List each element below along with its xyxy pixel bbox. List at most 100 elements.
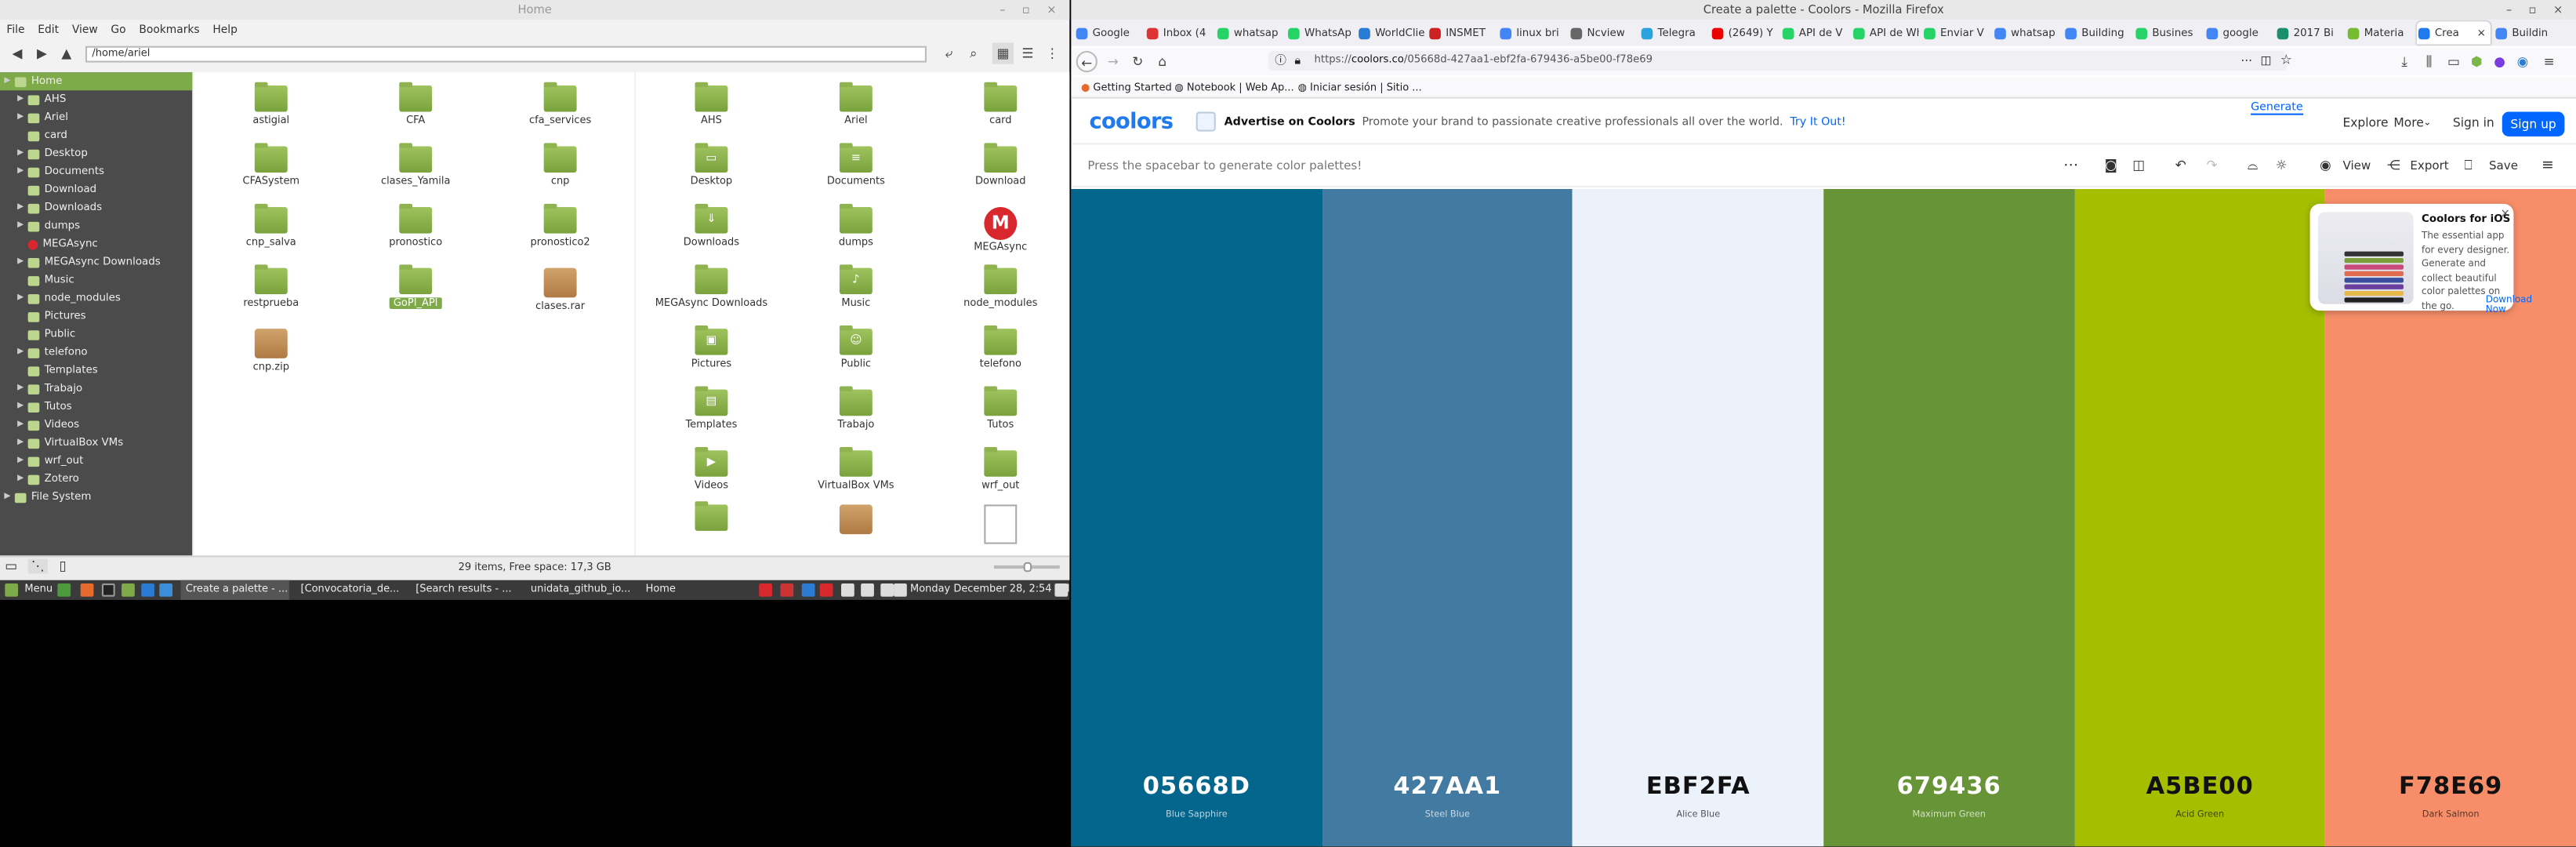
tab-telegra[interactable]: Telegra [1640, 21, 1707, 44]
menu-icon[interactable]: ≡ [2542, 144, 2554, 187]
menu-button[interactable]: Menu [20, 580, 53, 600]
browser-window-controls[interactable]: – ▫ × [2506, 0, 2570, 20]
file-item-gopi-api[interactable]: GoPI_API [350, 264, 481, 309]
sidebar-item-home[interactable]: ▶ Home [0, 72, 193, 91]
expand-arrow-icon[interactable]: ▶ [13, 380, 28, 398]
extension-icon[interactable]: ⬢ [2466, 51, 2487, 72]
expand-arrow-icon[interactable]: ▶ [13, 217, 28, 235]
swatch-alice-blue[interactable]: EBF2FA Alice Blue [1573, 189, 1824, 847]
file-item-dumps[interactable]: dumps [790, 203, 922, 248]
menu-file[interactable]: File [6, 20, 24, 39]
volume-icon[interactable] [1054, 583, 1068, 597]
file-item-ahs[interactable]: AHS [646, 82, 778, 126]
file-item-downloads[interactable]: ⇓ Downloads [646, 203, 778, 248]
swatch-hex[interactable]: 05668D [1071, 774, 1322, 801]
file-item-astigial[interactable]: astigial [205, 82, 337, 126]
sidebar-item-card[interactable]: card [0, 126, 192, 144]
lock-icon[interactable]: 🔒︎ [1294, 51, 1301, 71]
sidebar-item-wrf-out[interactable]: ▶ wrf_out [0, 452, 192, 470]
tab-whatsap[interactable]: whatsap [1993, 21, 2060, 44]
share-icon[interactable]: ⋲ [2387, 144, 2400, 187]
file-item-card[interactable]: card [934, 82, 1066, 126]
tab-google[interactable]: google [2204, 21, 2272, 44]
swatch-maximum-green[interactable]: 679436 Maximum Green [1823, 189, 2075, 847]
more-options-icon[interactable]: ⋯ [2063, 144, 2078, 187]
sidebar-item-dumps[interactable]: ▶ dumps [0, 217, 192, 235]
file-item-cfasystem[interactable]: CFASystem [205, 143, 337, 187]
view-button[interactable]: View [2342, 144, 2371, 187]
file-item-desktop[interactable]: ▭ Desktop [646, 143, 778, 187]
page-actions-icon[interactable]: ⋯ [2241, 51, 2253, 71]
swatch-hex[interactable]: A5BE00 [2074, 774, 2325, 801]
chevron-down-icon[interactable]: ⌄ [2423, 100, 2432, 145]
ad-link[interactable]: Try It Out! [1790, 115, 1845, 129]
back-icon[interactable]: ◀ [6, 42, 27, 64]
layout-icon[interactable]: ◫ [2132, 144, 2145, 187]
file-item-pronostico2[interactable]: pronostico2 [495, 203, 626, 248]
bookmark-icon[interactable]: ⎕ [2465, 144, 2473, 187]
location-input[interactable]: /home/ariel [85, 45, 927, 63]
tab-worldclient[interactable]: WorldClient [1357, 21, 1424, 44]
taskbar-window-document[interactable]: [Convocatoria_de... [296, 580, 404, 600]
file-item-public[interactable]: ☺ Public [790, 325, 922, 370]
file-item-wrf-out[interactable]: wrf_out [934, 447, 1066, 492]
sidebar-item-download[interactable]: Download [0, 181, 192, 199]
firefox-icon[interactable] [80, 583, 94, 597]
file-item-restprueba[interactable]: restprueba [205, 264, 337, 309]
expand-arrow-icon[interactable]: ▶ [13, 144, 28, 162]
tab-api-de-wha[interactable]: API de Wha [1852, 21, 1919, 44]
file-item-partial[interactable] [646, 501, 778, 534]
nav-generate[interactable]: Generate [2251, 100, 2303, 115]
file-item-node-modules[interactable]: node_modules [934, 264, 1066, 309]
file-item-partial[interactable] [790, 504, 922, 537]
file-item-cnp-zip[interactable]: cnp.zip [205, 329, 337, 373]
file-item-cfa[interactable]: CFA [350, 82, 481, 126]
file-item-virtualbox-vms[interactable]: VirtualBox VMs [790, 447, 922, 492]
app-icon[interactable] [159, 583, 173, 597]
file-item-pictures[interactable]: ▣ Pictures [646, 325, 778, 370]
url-bar[interactable]: https://coolors.co/05668d-427aa1-ebf2fa-… [1268, 50, 2288, 71]
undo-icon[interactable]: ↶ [2175, 144, 2186, 187]
sidebar-item-music[interactable]: Music [0, 271, 192, 289]
file-item-cnp-salva[interactable]: cnp_salva [205, 203, 337, 248]
tab-2649-y[interactable]: (2649) Y [1711, 21, 1778, 44]
expand-arrow-icon[interactable]: ▶ [13, 470, 28, 488]
tab-whatsap[interactable]: whatsap [1216, 21, 1283, 44]
downloads-icon[interactable]: ⤓ [2393, 51, 2415, 72]
file-item-trabajo[interactable]: Trabajo [790, 386, 922, 431]
update-icon[interactable] [819, 583, 833, 597]
sign-up-button[interactable]: Sign up [2502, 111, 2565, 136]
mega-tray-icon[interactable] [759, 583, 772, 597]
forward-icon[interactable]: → [1102, 51, 1123, 72]
mint-menu-icon[interactable] [5, 583, 19, 597]
expand-arrow-icon[interactable]: ▶ [0, 488, 15, 506]
tab-ncview[interactable]: Ncview [1569, 21, 1636, 44]
expand-arrow-icon[interactable]: ▶ [0, 72, 15, 90]
swatch-hex[interactable]: F78E69 [2325, 774, 2576, 801]
search-icon[interactable]: ⌕ [963, 42, 984, 64]
file-item-templates[interactable]: ▤ Templates [646, 386, 778, 431]
bookmark-iniciar-sesion[interactable]: ◍ Iniciar sesión | Sitio ... [1298, 77, 1422, 98]
swatch-blue-sapphire[interactable]: 05668D Blue Sapphire [1071, 189, 1322, 847]
close-tab-icon[interactable]: × [2477, 21, 2486, 44]
bookmark-getting-started[interactable]: ● Getting Started [1081, 77, 1172, 98]
site-info-icon[interactable]: ⓘ [1275, 51, 1286, 71]
file-item-partial[interactable] [934, 504, 1066, 544]
show-desktop-icon[interactable] [57, 583, 71, 597]
hamburger-menu-icon[interactable]: ≡ [2538, 51, 2560, 72]
file-item-cfa-services[interactable]: cfa_services [495, 82, 626, 126]
menu-view[interactable]: View [72, 20, 98, 39]
taskbar-window-home[interactable]: Home [640, 580, 723, 600]
nav-sign-in[interactable]: Sign in [2453, 100, 2494, 145]
nav-more[interactable]: More [2393, 100, 2423, 145]
shield-tray-icon[interactable] [780, 583, 794, 597]
taskbar-window-search[interactable]: [Search results - ... [411, 580, 519, 600]
file-item-tutos[interactable]: Tutos [934, 386, 1066, 431]
file-item-download[interactable]: Download [934, 143, 1066, 187]
ad-title[interactable]: Advertise on Coolors [1225, 115, 1355, 129]
sidebar-item-virtualbox-vms[interactable]: ▶ VirtualBox VMs [0, 434, 192, 452]
expand-arrow-icon[interactable]: ▶ [13, 289, 28, 307]
tab-buildin[interactable]: Buildin [2494, 21, 2561, 44]
tab-2017-bi[interactable]: 2017 Bi [2276, 21, 2343, 44]
places-icon[interactable]: ▭ [5, 559, 17, 574]
